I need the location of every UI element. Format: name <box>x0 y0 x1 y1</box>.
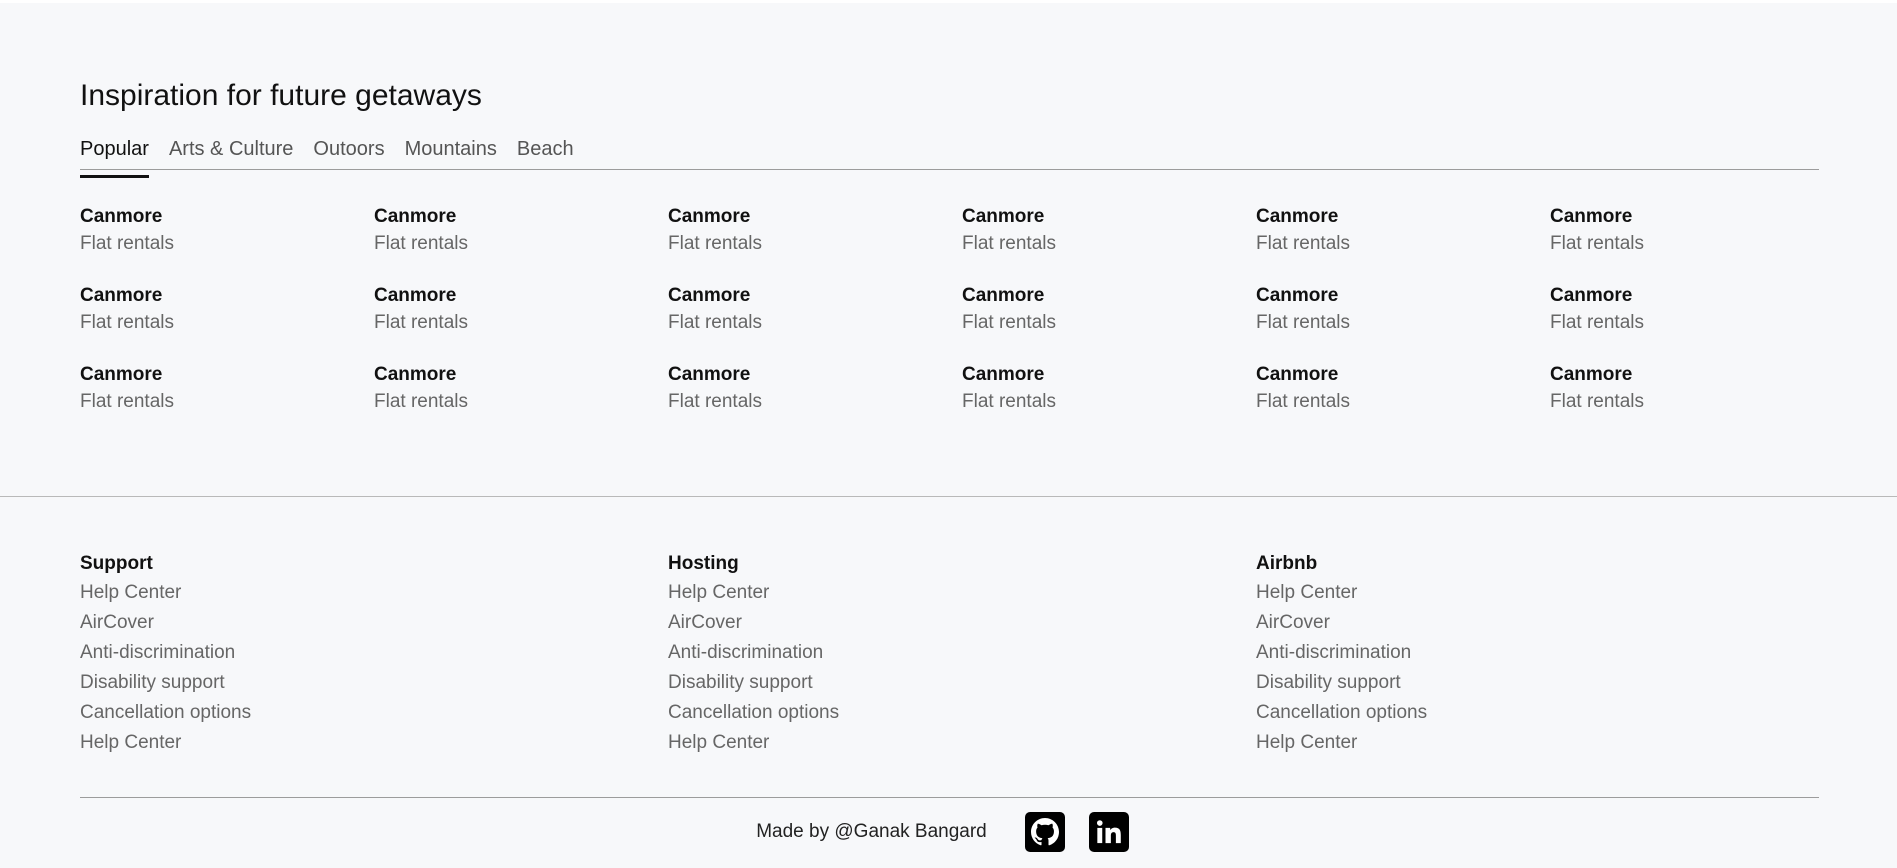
destination-subtitle: Flat rentals <box>374 391 468 412</box>
destination-name: Canmore <box>962 364 1045 385</box>
footer-link[interactable]: Cancellation options <box>1256 698 1819 728</box>
category-tabs: Popular Arts & Culture Outoors Mountains… <box>80 134 1819 178</box>
footer-column-title: Hosting <box>668 553 739 574</box>
destination-subtitle: Flat rentals <box>80 391 174 412</box>
linkedin-icon[interactable] <box>1088 812 1129 852</box>
footer-column-airbnb: Airbnb Help Center AirCover Anti-discrim… <box>1256 550 1819 758</box>
footer-link[interactable]: Disability support <box>668 668 1256 698</box>
tab-mountains[interactable]: Mountains <box>405 134 497 169</box>
destination-grid: Canmore Flat rentals Canmore Flat rentals … <box>80 204 1819 416</box>
destination-name: Canmore <box>1256 206 1339 227</box>
destination-item[interactable]: Canmore Flat rentals <box>80 204 374 258</box>
destination-subtitle: Flat rentals <box>962 312 1056 333</box>
destination-item[interactable]: Canmore Flat rentals <box>374 362 668 416</box>
destination-subtitle: Flat rentals <box>1550 233 1644 254</box>
destination-item[interactable]: Canmore Flat rentals <box>374 204 668 258</box>
credit-text: Made by @Ganak Bangard <box>756 821 987 842</box>
destination-subtitle: Flat rentals <box>1256 312 1350 333</box>
destination-name: Canmore <box>962 206 1045 227</box>
destination-subtitle: Flat rentals <box>374 312 468 333</box>
destination-name: Canmore <box>962 285 1045 306</box>
inspiration-section: Inspiration for future getaways Popular … <box>80 76 1819 416</box>
tab-popular[interactable]: Popular <box>80 134 149 178</box>
footer-divider <box>80 797 1819 798</box>
footer-column-support: Support Help Center AirCover Anti-discri… <box>80 550 668 758</box>
destination-name: Canmore <box>80 285 163 306</box>
footer-link[interactable]: Help Center <box>80 578 668 608</box>
destination-item[interactable]: Canmore Flat rentals <box>962 362 1256 416</box>
footer-link[interactable]: Help Center <box>1256 578 1819 608</box>
destination-item[interactable]: Canmore Flat rentals <box>80 283 374 337</box>
footer-link[interactable]: Help Center <box>80 728 668 758</box>
footer-column-title: Support <box>80 553 153 574</box>
destination-item[interactable]: Canmore Flat rentals <box>80 362 374 416</box>
destination-name: Canmore <box>374 285 457 306</box>
destination-item[interactable]: Canmore Flat rentals <box>1550 204 1844 258</box>
credit-bar: Made by @Ganak Bangard <box>0 812 1897 852</box>
destination-subtitle: Flat rentals <box>962 391 1056 412</box>
github-icon[interactable] <box>1024 812 1065 852</box>
section-title: Inspiration for future getaways <box>80 79 482 112</box>
destination-item[interactable]: Canmore Flat rentals <box>668 362 962 416</box>
footer-link[interactable]: Help Center <box>668 578 1256 608</box>
destination-name: Canmore <box>374 206 457 227</box>
destination-subtitle: Flat rentals <box>1256 233 1350 254</box>
top-edge <box>0 0 1897 3</box>
destination-name: Canmore <box>80 206 163 227</box>
footer-column-hosting: Hosting Help Center AirCover Anti-discri… <box>668 550 1256 758</box>
destination-name: Canmore <box>1550 285 1633 306</box>
destination-name: Canmore <box>668 206 751 227</box>
destination-item[interactable]: Canmore Flat rentals <box>1256 362 1550 416</box>
footer-column-title: Airbnb <box>1256 553 1318 574</box>
destination-subtitle: Flat rentals <box>80 312 174 333</box>
destination-item[interactable]: Canmore Flat rentals <box>962 204 1256 258</box>
destination-subtitle: Flat rentals <box>962 233 1056 254</box>
destination-subtitle: Flat rentals <box>80 233 174 254</box>
footer-link[interactable]: Anti-discrimination <box>668 638 1256 668</box>
destination-item[interactable]: Canmore Flat rentals <box>1256 283 1550 337</box>
footer-link[interactable]: Cancellation options <box>80 698 668 728</box>
footer-link[interactable]: Cancellation options <box>668 698 1256 728</box>
destination-subtitle: Flat rentals <box>374 233 468 254</box>
destination-subtitle: Flat rentals <box>1550 391 1644 412</box>
footer-link[interactable]: Disability support <box>80 668 668 698</box>
footer-link[interactable]: Anti-discrimination <box>80 638 668 668</box>
destination-name: Canmore <box>1550 206 1633 227</box>
destination-subtitle: Flat rentals <box>668 233 762 254</box>
destination-item[interactable]: Canmore Flat rentals <box>1550 362 1844 416</box>
destination-name: Canmore <box>1550 364 1633 385</box>
tab-arts-culture[interactable]: Arts & Culture <box>169 134 293 169</box>
footer-link[interactable]: Help Center <box>1256 728 1819 758</box>
destination-subtitle: Flat rentals <box>668 391 762 412</box>
tab-outdoors[interactable]: Outoors <box>313 134 384 169</box>
destination-item[interactable]: Canmore Flat rentals <box>668 204 962 258</box>
destination-item[interactable]: Canmore Flat rentals <box>374 283 668 337</box>
destination-name: Canmore <box>668 285 751 306</box>
footer-link[interactable]: AirCover <box>1256 608 1819 638</box>
destination-item[interactable]: Canmore Flat rentals <box>1550 283 1844 337</box>
destination-item[interactable]: Canmore Flat rentals <box>962 283 1256 337</box>
section-divider <box>0 496 1897 497</box>
destination-subtitle: Flat rentals <box>668 312 762 333</box>
destination-name: Canmore <box>1256 285 1339 306</box>
destination-item[interactable]: Canmore Flat rentals <box>1256 204 1550 258</box>
destination-subtitle: Flat rentals <box>1550 312 1644 333</box>
footer-link[interactable]: Disability support <box>1256 668 1819 698</box>
destination-name: Canmore <box>668 364 751 385</box>
footer-link[interactable]: Anti-discrimination <box>1256 638 1819 668</box>
destination-name: Canmore <box>80 364 163 385</box>
destination-item[interactable]: Canmore Flat rentals <box>668 283 962 337</box>
destination-subtitle: Flat rentals <box>1256 391 1350 412</box>
footer-link[interactable]: AirCover <box>668 608 1256 638</box>
destination-name: Canmore <box>1256 364 1339 385</box>
footer-link[interactable]: AirCover <box>80 608 668 638</box>
tab-beach[interactable]: Beach <box>517 134 574 169</box>
destination-name: Canmore <box>374 364 457 385</box>
footer-link[interactable]: Help Center <box>668 728 1256 758</box>
footer-links: Support Help Center AirCover Anti-discri… <box>80 550 1819 758</box>
